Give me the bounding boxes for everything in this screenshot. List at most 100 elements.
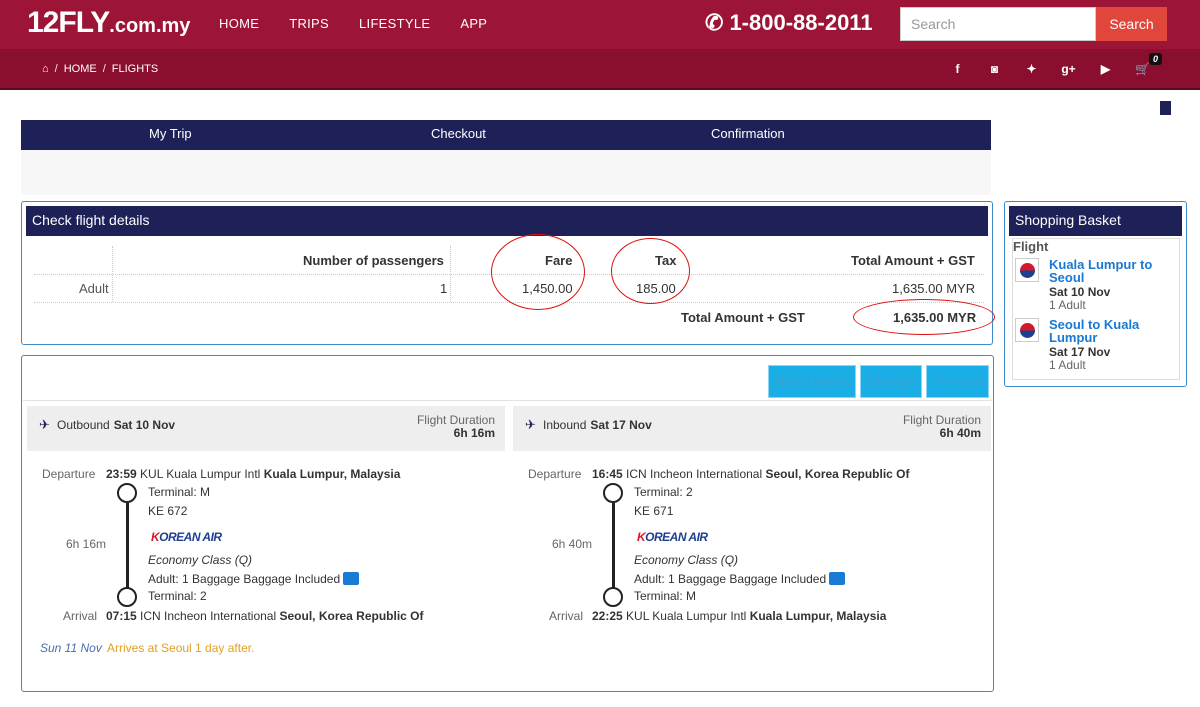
basket-route[interactable]: Seoul to Kuala Lumpur bbox=[1049, 318, 1174, 344]
arrival-airport: KUL Kuala Lumpur Intl bbox=[626, 609, 747, 623]
airline-logo-text: OREAN AIR bbox=[159, 530, 222, 544]
shopping-basket-panel: Shopping Basket Flight Kuala Lumpur to S… bbox=[1004, 201, 1187, 387]
nav-home[interactable]: HOME bbox=[219, 16, 259, 31]
outbound-details: Departure 23:59 KUL Kuala Lumpur Intl Ku… bbox=[27, 456, 505, 656]
arrival-airport: ICN Incheon International bbox=[140, 609, 277, 623]
site-logo[interactable]: 12FLY.com.my bbox=[27, 6, 190, 40]
inbound-details: Departure 16:45 ICN Incheon Internationa… bbox=[513, 456, 991, 656]
total-value: 1,635.00 MYR bbox=[892, 281, 976, 296]
basket-title: Shopping Basket bbox=[1009, 206, 1182, 236]
airline-logo: KOREAN AIR bbox=[151, 530, 222, 544]
arrival-time: 07:15 bbox=[106, 609, 137, 623]
leg-date: Sat 10 Nov bbox=[113, 418, 176, 432]
flight-duration: Flight Duration 6h 16m bbox=[417, 414, 495, 440]
departure-city: Seoul, Korea Republic Of bbox=[765, 467, 910, 481]
header-total: Total Amount + GST bbox=[851, 253, 975, 268]
arrival-city: Seoul, Korea Republic Of bbox=[279, 609, 424, 623]
breadcrumb-separator: / bbox=[54, 63, 58, 75]
baggage-text: Adult: 1 Baggage Baggage Included bbox=[634, 572, 827, 586]
arrival-info: 22:25 KUL Kuala Lumpur Intl Kuala Lumpur… bbox=[592, 609, 886, 623]
nav-lifestyle[interactable]: LIFESTYLE bbox=[359, 16, 430, 31]
basket-pax: 1 Adult bbox=[1049, 358, 1086, 372]
timeline-end-dot bbox=[603, 587, 623, 607]
annotation-circle-tax bbox=[611, 238, 690, 304]
timeline-start-dot bbox=[603, 483, 623, 503]
panel-divider bbox=[23, 400, 992, 401]
step-checkout[interactable]: Checkout bbox=[431, 126, 486, 141]
outbound-header: ✈ Outbound Sat 10 Nov Flight Duration 6h… bbox=[27, 406, 505, 451]
basket-item: Kuala Lumpur to Seoul Sat 10 Nov 1 Adult bbox=[1015, 258, 1175, 312]
remove-button[interactable]: Remove bbox=[926, 365, 989, 398]
search-button[interactable]: Search bbox=[1096, 7, 1167, 41]
airline-logo: KOREAN AIR bbox=[637, 530, 708, 544]
arrival-label: Arrival bbox=[63, 609, 98, 623]
timeline-start-dot bbox=[117, 483, 137, 503]
baggage-info: Adult: 1 Baggage Baggage Included bbox=[148, 572, 360, 586]
cabin-class: Economy Class (Q) bbox=[148, 553, 253, 567]
breadcrumb-home[interactable]: HOME bbox=[64, 63, 97, 75]
next-day-date: Sun 11 Nov bbox=[40, 641, 102, 655]
airline-logo-letter: K bbox=[151, 530, 160, 544]
annotation-circle-fare bbox=[491, 234, 585, 310]
cart-icon[interactable]: 🛒 0 bbox=[1134, 53, 1163, 77]
baggage-info: Adult: 1 Baggage Baggage Included bbox=[634, 572, 846, 586]
annotation-circle-total bbox=[853, 299, 995, 335]
step-my-trip[interactable]: My Trip bbox=[149, 126, 192, 141]
document-icon[interactable] bbox=[1160, 101, 1171, 115]
hide-details-button[interactable]: Hide Details bbox=[768, 365, 856, 398]
next-day-notice: Arrives at Seoul 1 day after. bbox=[107, 641, 255, 655]
departure-terminal: Terminal: 2 bbox=[634, 485, 693, 499]
baggage-text: Adult: 1 Baggage Baggage Included bbox=[148, 572, 341, 586]
airline-logo-icon bbox=[1015, 318, 1039, 342]
departure-time: 16:45 bbox=[592, 467, 623, 481]
arrival-label: Arrival bbox=[549, 609, 584, 623]
duration-value: 6h 16m bbox=[453, 426, 495, 440]
leg-duration: 6h 40m bbox=[552, 537, 593, 551]
phone-icon: ✆ bbox=[705, 10, 724, 35]
facebook-icon[interactable]: f bbox=[949, 60, 966, 77]
flight-details-panel: Check flight details Number of passenger… bbox=[21, 201, 995, 345]
leg-direction: Inbound bbox=[543, 418, 587, 432]
leg-date: Sat 17 Nov bbox=[590, 418, 652, 432]
nav-trips[interactable]: TRIPS bbox=[289, 16, 329, 31]
basket-item: Seoul to Kuala Lumpur Sat 17 Nov 1 Adult bbox=[1015, 318, 1175, 372]
timeline-line bbox=[126, 503, 129, 589]
airline-logo-letter: K bbox=[637, 530, 646, 544]
departure-terminal: Terminal: M bbox=[148, 485, 211, 499]
home-icon[interactable]: ⌂ bbox=[42, 63, 49, 75]
basket-date: Sat 17 Nov bbox=[1049, 345, 1111, 359]
airline-logo-icon bbox=[1015, 258, 1039, 282]
flight-number: KE 671 bbox=[634, 504, 674, 518]
grand-total-label: Total Amount + GST bbox=[681, 310, 805, 325]
youtube-icon[interactable]: ▶ bbox=[1097, 60, 1114, 77]
header-passengers: Number of passengers bbox=[303, 253, 444, 268]
cabin-class: Economy Class (Q) bbox=[634, 553, 739, 567]
flight-duration: Flight Duration 6h 40m bbox=[903, 414, 981, 440]
basket-date: Sat 10 Nov bbox=[1049, 285, 1111, 299]
outbound-label: ✈ Outbound Sat 10 Nov bbox=[39, 418, 175, 432]
nav-app[interactable]: APP bbox=[460, 16, 487, 31]
departure-info: 16:45 ICN Incheon International Seoul, K… bbox=[592, 467, 910, 481]
instagram-icon[interactable]: ◙ bbox=[986, 60, 1003, 77]
basket-section-label: Flight bbox=[1013, 239, 1049, 254]
baggage-icon bbox=[343, 572, 360, 585]
logo-main: 12FLY bbox=[27, 6, 110, 39]
leg-duration: 6h 16m bbox=[66, 537, 107, 551]
itinerary-panel: Hide Details Change Remove ✈ Outbound Sa… bbox=[21, 355, 994, 692]
basket-route[interactable]: Kuala Lumpur to Seoul bbox=[1049, 258, 1174, 284]
arrival-terminal: Terminal: M bbox=[634, 589, 697, 603]
checkout-steps: My Trip Checkout Confirmation bbox=[21, 120, 991, 150]
arrival-time: 22:25 bbox=[592, 609, 623, 623]
twitter-icon[interactable]: ✦ bbox=[1023, 60, 1040, 77]
plane-departure-icon: ✈ bbox=[39, 417, 50, 432]
basket-pax: 1 Adult bbox=[1049, 298, 1086, 312]
departure-info: 23:59 KUL Kuala Lumpur Intl Kuala Lumpur… bbox=[106, 467, 400, 481]
step-confirmation[interactable]: Confirmation bbox=[711, 126, 785, 141]
change-button[interactable]: Change bbox=[860, 365, 922, 398]
search-input[interactable] bbox=[900, 7, 1096, 41]
main-nav: HOME TRIPS LIFESTYLE APP bbox=[219, 16, 487, 31]
google-plus-icon[interactable]: g+ bbox=[1060, 60, 1077, 77]
flight-number: KE 672 bbox=[148, 504, 188, 518]
logo-suffix: .com.my bbox=[109, 15, 191, 37]
inbound-label: ✈ Inbound Sat 17 Nov bbox=[525, 418, 652, 432]
